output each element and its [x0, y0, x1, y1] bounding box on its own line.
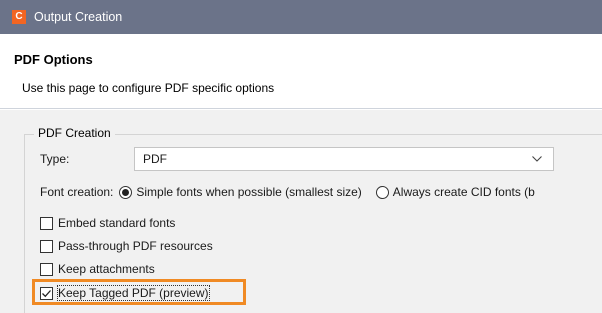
page-description: Use this page to configure PDF specific … — [22, 81, 275, 95]
checkbox-row-keep-attachments[interactable]: Keep attachments — [40, 262, 155, 276]
type-select[interactable]: PDF — [134, 147, 554, 171]
font-creation-label: Font creation: — [40, 185, 114, 199]
title-bar: C Output Creation — [0, 0, 602, 34]
app-logo-letter: C — [15, 11, 23, 22]
pass-through-checkbox[interactable] — [40, 239, 53, 253]
keep-attachments-label[interactable]: Keep attachments — [58, 262, 155, 276]
radio-cid-fonts[interactable] — [375, 185, 389, 199]
type-label: Type: — [40, 152, 70, 166]
embed-standard-fonts-checkbox[interactable] — [40, 216, 53, 230]
font-creation-row: Font creation: Simple fonts when possibl… — [40, 185, 549, 199]
embed-standard-fonts-label[interactable]: Embed standard fonts — [58, 216, 175, 230]
radio-selected-dot — [122, 188, 130, 196]
page-title: PDF Options — [14, 52, 93, 67]
options-panel: PDF Creation Type: PDF Font creation: Si… — [0, 110, 602, 313]
chevron-down-icon[interactable] — [527, 149, 547, 169]
pass-through-label[interactable]: Pass-through PDF resources — [58, 239, 213, 253]
page-header: PDF Options Use this page to configure P… — [0, 34, 602, 109]
type-select-value: PDF — [143, 152, 167, 166]
pdf-creation-group-label: PDF Creation — [34, 126, 115, 140]
keep-attachments-checkbox[interactable] — [40, 262, 53, 276]
radio-simple-fonts-label[interactable]: Simple fonts when possible (smallest siz… — [136, 185, 361, 199]
radio-cid-fonts-label[interactable]: Always create CID fonts (b — [393, 185, 535, 199]
window-title: Output Creation — [34, 10, 123, 24]
highlight-box — [32, 279, 246, 305]
checkbox-row-pass-through[interactable]: Pass-through PDF resources — [40, 239, 213, 253]
app-logo-icon: C — [12, 10, 26, 24]
checkbox-row-embed-fonts[interactable]: Embed standard fonts — [40, 216, 175, 230]
radio-simple-fonts[interactable] — [119, 185, 133, 199]
